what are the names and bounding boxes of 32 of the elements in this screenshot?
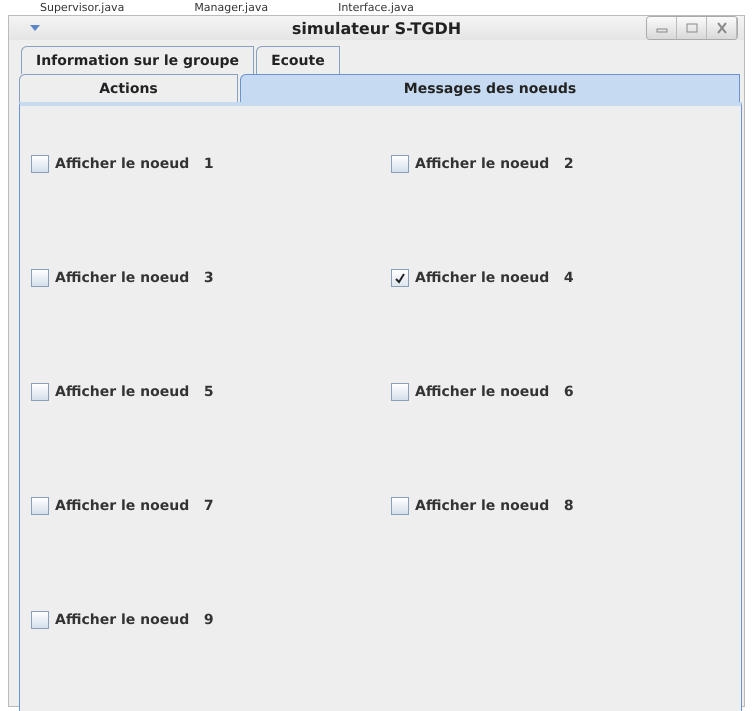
close-button[interactable] xyxy=(707,17,737,39)
checkbox[interactable]: Afficher le noeud 2 xyxy=(391,152,741,176)
checkbox-box[interactable] xyxy=(391,497,409,515)
tab[interactable]: Messages des noeuds xyxy=(240,74,740,102)
checkbox-box[interactable] xyxy=(31,269,49,287)
maximize-button[interactable] xyxy=(677,17,707,39)
checkbox-box[interactable] xyxy=(31,611,49,629)
checkbox[interactable]: Afficher le noeud 8 xyxy=(391,494,741,518)
close-icon xyxy=(714,22,728,34)
checkbox[interactable]: Afficher le noeud 3 xyxy=(31,266,391,290)
checkbox-box[interactable] xyxy=(31,497,49,515)
editor-tab[interactable]: Manager.java xyxy=(194,0,268,15)
checkbox-box[interactable] xyxy=(391,269,409,287)
checkbox-box[interactable] xyxy=(31,155,49,173)
checkbox-box[interactable] xyxy=(31,383,49,401)
window-title: simulateur S-TGDH xyxy=(292,18,462,38)
checkbox[interactable]: Afficher le noeud 5 xyxy=(31,380,391,404)
editor-tab[interactable]: Interface.java xyxy=(338,0,414,15)
checkbox[interactable]: Afficher le noeud 1 xyxy=(31,152,391,176)
maximize-icon xyxy=(684,23,698,33)
tab[interactable]: Information sur le groupe xyxy=(21,46,254,74)
menu-icon[interactable] xyxy=(29,24,41,32)
checkbox[interactable]: Afficher le noeud 4 xyxy=(391,266,741,290)
checkbox[interactable]: Afficher le noeud 6 xyxy=(391,380,741,404)
checkbox-box[interactable] xyxy=(391,155,409,173)
tab[interactable]: Ecoute xyxy=(256,46,340,74)
checkbox-box[interactable] xyxy=(391,383,409,401)
checkbox[interactable]: Afficher le noeud 9 xyxy=(31,608,391,632)
checkbox[interactable]: Afficher le noeud 7 xyxy=(31,494,391,518)
minimize-button[interactable] xyxy=(647,17,677,39)
editor-tab[interactable]: Supervisor.java xyxy=(40,0,124,15)
tab[interactable]: Actions xyxy=(19,74,238,102)
